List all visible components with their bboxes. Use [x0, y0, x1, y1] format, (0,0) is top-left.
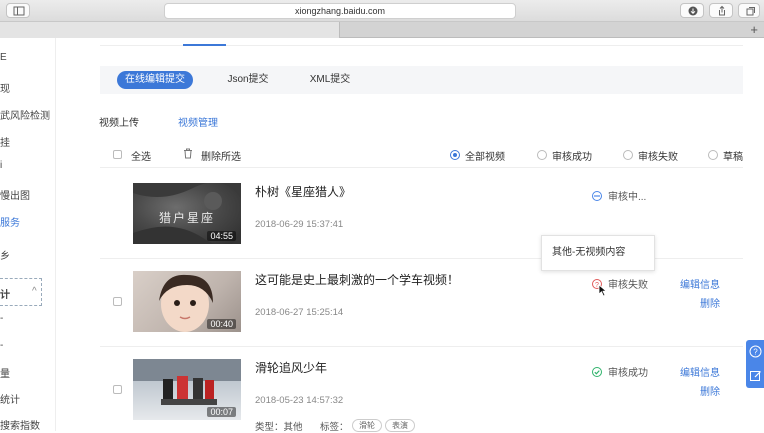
sidebar-item[interactable]: 武风险检测	[0, 107, 50, 122]
video-title[interactable]: 这可能是史上最刺激的一个学车视频！	[255, 271, 459, 288]
sidebar-item[interactable]: E	[0, 52, 7, 63]
status-text: 审核中...	[608, 192, 647, 203]
tab-online-edit[interactable]: 在线编辑提交	[117, 71, 193, 89]
sidebar-item-active[interactable]: 服务	[0, 214, 20, 229]
tab-strip: +	[0, 22, 764, 38]
tag-badge: 表演	[385, 419, 415, 432]
video-row: 00:07 滑轮追风少年 2018-05-23 14:57:32 类型：其他 标…	[100, 347, 743, 433]
video-date: 2018-06-27 15:25:14	[255, 307, 344, 318]
filter-label[interactable]: 审核成功	[552, 148, 592, 163]
video-date: 2018-05-23 14:57:32	[255, 395, 344, 406]
nav-video-upload[interactable]: 视频上传	[99, 114, 139, 129]
sidebar-item[interactable]: 现	[0, 80, 10, 95]
video-row: 00:40 这可能是史上最刺激的一个学车视频！ 2018-06-27 15:25…	[100, 259, 743, 347]
delete-selected-button[interactable]: 删除所选	[201, 148, 241, 163]
tabs-overview-button[interactable]	[738, 3, 760, 18]
radio-approved[interactable]	[537, 150, 547, 160]
tab-xml[interactable]: XML提交	[300, 71, 360, 89]
video-title[interactable]: 滑轮追风少年	[255, 359, 327, 376]
pending-icon	[592, 191, 602, 201]
delete-button[interactable]: 删除	[700, 383, 720, 398]
tab-json[interactable]: Json提交	[220, 71, 276, 89]
video-thumbnail[interactable]: 00:07	[133, 359, 241, 420]
filter-label[interactable]: 审核失败	[638, 148, 678, 163]
tag-badge: 滑轮	[352, 419, 382, 432]
trash-icon[interactable]	[183, 148, 193, 159]
download-icon	[688, 6, 698, 16]
svg-text:?: ?	[753, 348, 758, 357]
share-button[interactable]	[709, 3, 733, 18]
radio-rejected[interactable]	[623, 150, 633, 160]
submit-method-tabs: 在线编辑提交 Json提交 XML提交	[100, 66, 743, 94]
delete-button[interactable]: 删除	[700, 295, 720, 310]
browser-tab[interactable]	[0, 22, 340, 38]
radio-draft[interactable]	[708, 150, 718, 160]
filter-label[interactable]: 草稿	[723, 148, 743, 163]
sidebar-item[interactable]: -	[0, 340, 3, 351]
video-duration: 00:07	[207, 407, 236, 417]
video-duration: 04:55	[207, 231, 236, 241]
new-tab-button[interactable]: +	[750, 22, 758, 37]
status-text: 审核失败	[608, 280, 648, 291]
rejection-reason-tooltip: 其他-无视频内容	[541, 235, 655, 271]
floating-help-bar: ?	[746, 340, 764, 388]
feedback-edit-icon[interactable]	[749, 369, 762, 382]
radio-all-videos[interactable]	[450, 150, 460, 160]
row-checkbox[interactable]	[113, 297, 122, 306]
share-icon	[719, 5, 725, 16]
video-title[interactable]: 朴树《星座猎人》	[255, 183, 351, 200]
help-icon[interactable]: ?	[749, 345, 762, 358]
select-all-checkbox[interactable]	[113, 150, 122, 159]
video-thumbnail[interactable]: 猎户星座 04:55	[133, 183, 241, 244]
sidebar: E 现 武风险检测 挂 i 慢出图 服务 乡 计 ^ - - 量 统计 搜索指数	[0, 38, 56, 431]
browser-toolbar: xiongzhang.baidu.com	[0, 0, 764, 22]
status-pending: 审核中...	[592, 188, 646, 203]
nav-video-manage[interactable]: 视频管理	[178, 114, 218, 129]
sidebar-group-title[interactable]: 计	[0, 286, 10, 301]
sidebar-icon	[13, 6, 25, 16]
status-text: 审核成功	[608, 368, 648, 379]
video-date: 2018-06-29 15:37:41	[255, 219, 344, 230]
check-circle-icon	[592, 367, 602, 377]
sidebar-item[interactable]: -	[0, 313, 3, 324]
status-approved: 审核成功	[592, 364, 648, 379]
thumbnail-caption: 猎户星座	[159, 211, 216, 225]
filter-bar: 全选 删除所选 全部视频 审核成功 审核失败 草稿	[100, 142, 743, 168]
active-tab-underline	[183, 44, 226, 46]
cursor-arrow-icon	[598, 284, 607, 297]
edit-info-button[interactable]: 编辑信息	[680, 364, 720, 379]
select-all-label[interactable]: 全选	[131, 148, 151, 163]
sidebar-item[interactable]: 挂	[0, 134, 10, 149]
filter-label[interactable]: 全部视频	[465, 148, 505, 163]
sidebar-item[interactable]: 量	[0, 365, 10, 380]
chevron-up-icon[interactable]: ^	[32, 286, 37, 297]
video-thumbnail[interactable]: 00:40	[133, 271, 241, 332]
sidebar-item[interactable]: 搜索指数	[0, 417, 40, 431]
sidebar-item[interactable]: 慢出图	[0, 187, 30, 202]
video-duration: 00:40	[207, 319, 236, 329]
download-button[interactable]	[680, 3, 704, 18]
tabs-icon	[746, 7, 755, 16]
sidebar-item[interactable]: i	[0, 160, 2, 171]
edit-info-button[interactable]: 编辑信息	[680, 276, 720, 291]
address-bar[interactable]: xiongzhang.baidu.com	[164, 3, 516, 19]
sidebar-item[interactable]: 统计	[0, 391, 20, 406]
sidebar-item[interactable]: 乡	[0, 247, 10, 262]
sidebar-toggle-button[interactable]	[6, 3, 30, 18]
row-checkbox[interactable]	[113, 385, 122, 394]
